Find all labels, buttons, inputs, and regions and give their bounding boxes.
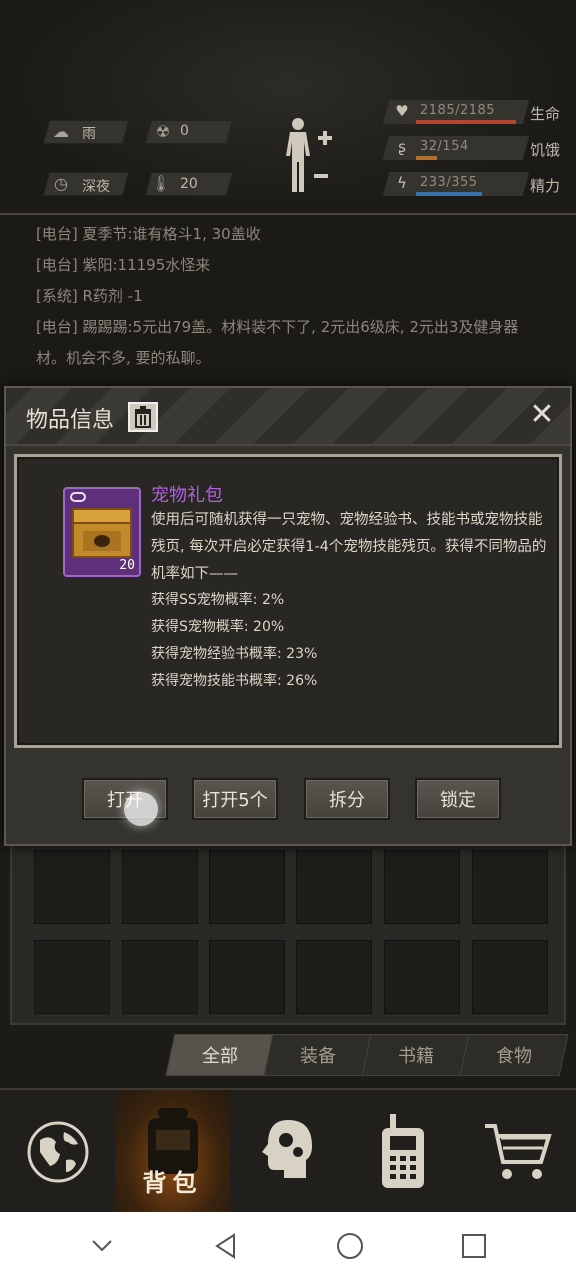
- inventory-slot[interactable]: [296, 940, 372, 1014]
- link-icon: [70, 492, 86, 502]
- system-nav-bar: [0, 1212, 576, 1280]
- inventory-slot[interactable]: [296, 850, 372, 924]
- message-log: [电台] 夏季节:谁有格斗1, 30盖收 [电台] 紫阳:11195水怪来 [系…: [0, 215, 576, 390]
- hunger-bar: ʂ 32/154 饥饿: [382, 136, 561, 162]
- message-line: [电台] 踢踢踢:5元出79盖。材料装不下了, 2元出6级床, 2元出3及健身器: [36, 318, 519, 336]
- status-panel: ☁ 雨 ☢ 0 ◷ 深夜 🌡 20 ♥ 2185/2185 生命 ʂ 32/15…: [0, 0, 576, 215]
- back-button[interactable]: [196, 1216, 256, 1276]
- message-line: [系统] R药剂 -1: [36, 287, 143, 305]
- body-status-icon[interactable]: [280, 116, 336, 196]
- energy-fill: [416, 192, 482, 196]
- odds-line: 获得宠物技能书概率: 26%: [151, 673, 318, 689]
- inventory-slot[interactable]: [34, 940, 110, 1014]
- health-label: 生命: [530, 105, 561, 123]
- tab-food[interactable]: 食物: [459, 1034, 569, 1076]
- globe-icon: [27, 1121, 88, 1183]
- inventory-tabs: 全部 装备 书籍 食物: [160, 1030, 570, 1080]
- gift-box-icon: [72, 508, 132, 558]
- health-fill: [416, 120, 516, 124]
- tab-equipment[interactable]: 装备: [263, 1034, 373, 1076]
- time-of-day-text: 深夜: [82, 179, 110, 195]
- item-name: 宠物礼包: [151, 485, 223, 506]
- bottom-nav: 背包: [0, 1088, 576, 1214]
- walkie-talkie-icon: [381, 1114, 424, 1188]
- temperature-value: 20: [180, 176, 198, 192]
- chevron-down-icon: [92, 1240, 112, 1252]
- recents-button[interactable]: [444, 1216, 504, 1276]
- inventory-slot[interactable]: [209, 850, 285, 924]
- trash-icon: [135, 406, 151, 428]
- item-count: 20: [119, 558, 135, 573]
- nav-backpack[interactable]: 背包: [115, 1090, 230, 1214]
- message-line: [电台] 夏季节:谁有格斗1, 30盖收: [36, 225, 261, 243]
- inventory-slot[interactable]: [384, 940, 460, 1014]
- rain-cloud-icon: ☁: [53, 121, 69, 141]
- dialog-title: 物品信息: [26, 408, 115, 433]
- back-triangle-icon: [215, 1233, 235, 1259]
- head-gears-icon: [261, 1120, 312, 1178]
- thermometer-icon: 🌡: [150, 173, 172, 193]
- inventory-slot[interactable]: [472, 940, 548, 1014]
- lightning-icon: ϟ: [397, 174, 407, 192]
- weather-text: 雨: [82, 126, 96, 142]
- recents-square-icon: [462, 1234, 486, 1258]
- odds-line: 获得S宠物概率: 20%: [151, 619, 285, 635]
- inventory-slot[interactable]: [472, 850, 548, 924]
- radiation-value: 0: [180, 123, 189, 139]
- nav-world[interactable]: [0, 1090, 115, 1214]
- close-button[interactable]: ✕: [524, 398, 560, 434]
- open-five-button[interactable]: 打开5个: [192, 778, 278, 820]
- discard-button[interactable]: [128, 402, 158, 432]
- hunger-fill: [416, 156, 437, 160]
- nav-radio[interactable]: [345, 1090, 460, 1214]
- stomach-icon: ʂ: [398, 138, 406, 156]
- inventory-slot[interactable]: [384, 850, 460, 924]
- nav-shop[interactable]: [460, 1090, 575, 1214]
- radiation-icon: ☢: [155, 121, 171, 141]
- home-circle-icon: [337, 1233, 363, 1259]
- dialog-header: 物品信息 ✕: [6, 388, 570, 446]
- inventory-grid: [10, 840, 566, 1025]
- tab-all[interactable]: 全部: [165, 1034, 275, 1076]
- nav-skills[interactable]: [230, 1090, 345, 1214]
- lock-button[interactable]: 锁定: [415, 778, 501, 820]
- energy-value: 233/355: [420, 175, 478, 190]
- heart-icon: ♥: [395, 102, 409, 120]
- item-description: 使用后可随机获得一只宠物、宠物经验书、技能书或宠物技能残页, 每次开启必定获得1…: [151, 512, 547, 582]
- health-value: 2185/2185: [420, 103, 496, 118]
- energy-bar: ϟ 233/355 精力: [382, 172, 561, 198]
- collapse-button[interactable]: [72, 1216, 132, 1276]
- clock-icon: ◷: [54, 173, 68, 193]
- shopping-cart-icon: [484, 1124, 552, 1179]
- message-line: [电台] 紫阳:11195水怪来: [36, 256, 211, 274]
- hunger-label: 饥饿: [530, 141, 561, 159]
- item-icon: 20: [63, 487, 141, 577]
- message-line: 材。机会不多, 要的私聊。: [36, 349, 211, 367]
- odds-line: 获得宠物经验书概率: 23%: [151, 646, 318, 662]
- energy-label: 精力: [530, 177, 561, 195]
- item-info-dialog: 物品信息 ✕ 20 宠物礼包 使用后可随机获得一只宠物、宠物经验书、技能书或宠物…: [4, 386, 572, 846]
- odds-line: 获得SS宠物概率: 2%: [151, 592, 285, 608]
- inventory-slot[interactable]: [34, 850, 110, 924]
- health-bar: ♥ 2185/2185 生命: [382, 100, 561, 126]
- inventory-slot[interactable]: [209, 940, 285, 1014]
- inventory-slot[interactable]: [122, 850, 198, 924]
- inventory-slot[interactable]: [122, 940, 198, 1014]
- close-icon: ✕: [529, 397, 555, 432]
- tab-books[interactable]: 书籍: [361, 1034, 471, 1076]
- split-button[interactable]: 拆分: [304, 778, 390, 820]
- hunger-value: 32/154: [420, 139, 469, 154]
- home-button[interactable]: [320, 1216, 380, 1276]
- item-info-panel: 20 宠物礼包 使用后可随机获得一只宠物、宠物经验书、技能书或宠物技能残页, 每…: [14, 454, 562, 748]
- nav-backpack-label: 背包: [142, 1169, 203, 1197]
- touch-indicator: [124, 792, 158, 826]
